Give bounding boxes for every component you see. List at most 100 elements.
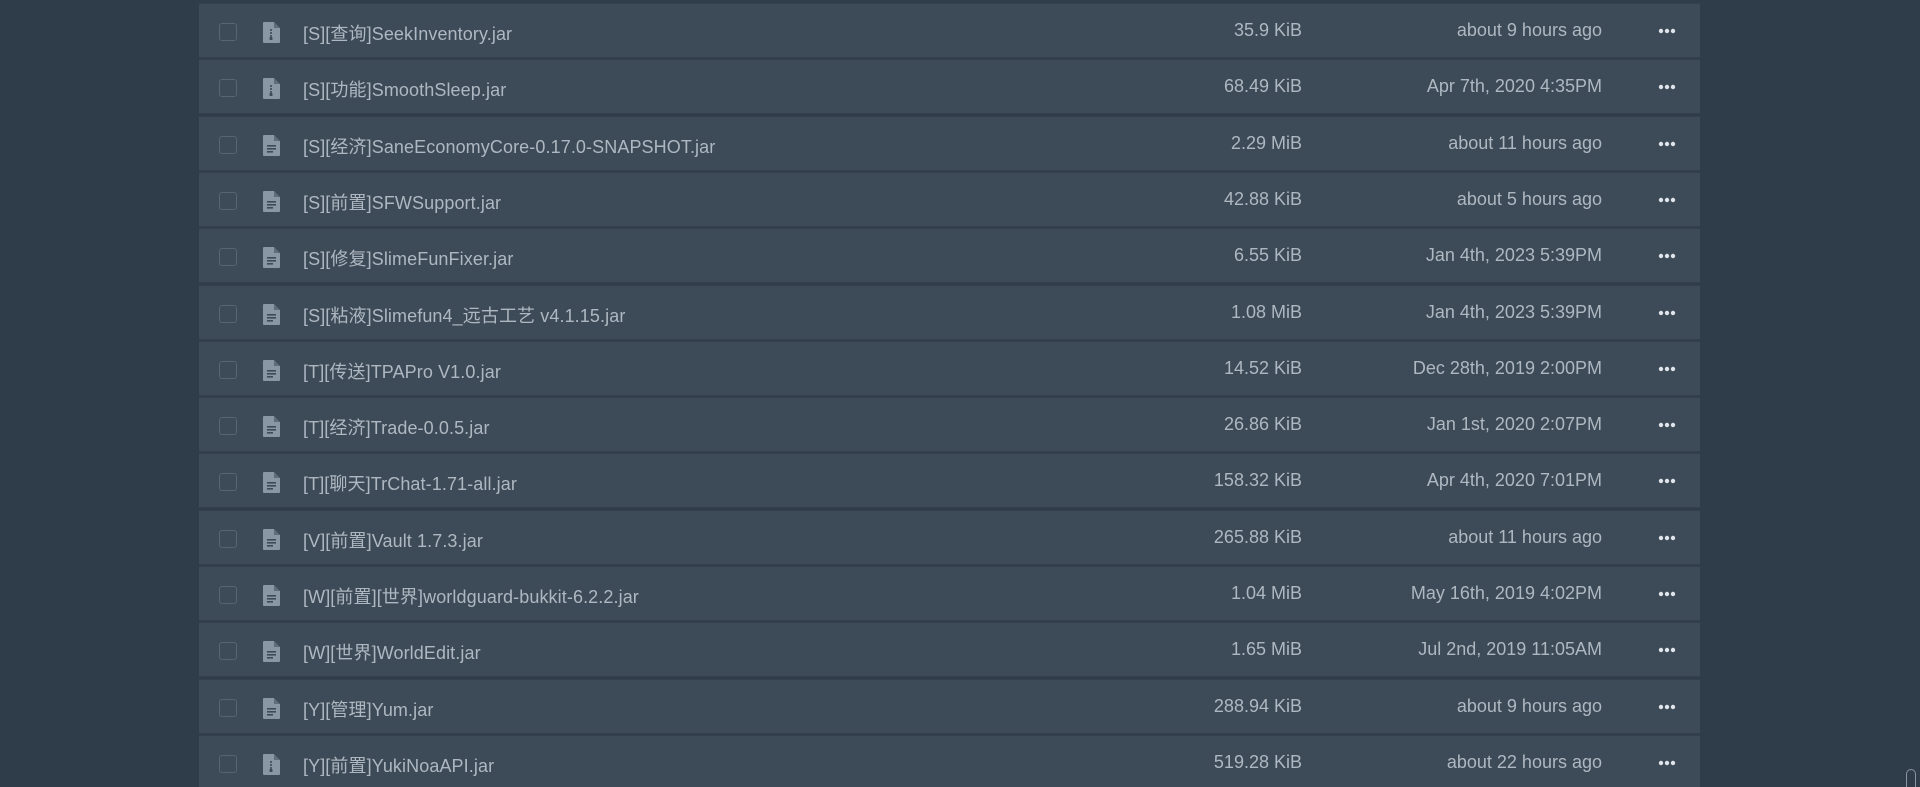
file-size: 6.55 KiB [1233, 245, 1302, 266]
file-size: 265.88 KiB [1213, 526, 1302, 547]
file-name[interactable]: [Y][前置]YukiNoaAPI.jar [303, 752, 494, 778]
file-name[interactable]: [W][世界]WorldEdit.jar [303, 639, 481, 665]
more-options-icon[interactable] [1656, 583, 1678, 605]
more-options-icon[interactable] [1656, 76, 1678, 98]
file-text-icon [263, 697, 280, 719]
file-name[interactable]: [T][经济]Trade-0.0.5.jar [303, 414, 490, 440]
file-modified-date: about 11 hours ago [1448, 526, 1602, 547]
file-modified-date: Jan 4th, 2023 5:39PM [1425, 245, 1602, 266]
file-text-icon [263, 641, 280, 663]
row-select-checkbox[interactable] [219, 473, 237, 492]
file-size: 2.29 MiB [1230, 132, 1302, 153]
row-select-checkbox[interactable] [219, 23, 237, 41]
file-text-icon [263, 359, 280, 381]
file-modified-date: Dec 28th, 2019 2:00PM [1412, 357, 1602, 378]
more-options-icon[interactable] [1656, 414, 1678, 436]
more-options-icon[interactable] [1656, 639, 1678, 661]
scroll-handle[interactable] [1906, 769, 1916, 787]
file-size: 42.88 KiB [1223, 188, 1302, 209]
more-options-icon[interactable] [1656, 470, 1678, 492]
file-size: 35.9 KiB [1233, 20, 1302, 40]
file-row[interactable]: [T][经济]Trade-0.0.5.jar 26.86 KiB Jan 1st, … [199, 397, 1700, 453]
more-options-icon[interactable] [1656, 696, 1678, 718]
file-code-icon [263, 22, 280, 43]
file-row[interactable]: [T][传送]TPAPro V1.0.jar 14.52 KiB Dec 28th,… [199, 340, 1700, 396]
file-text-icon [263, 303, 280, 325]
row-select-checkbox[interactable] [219, 135, 237, 154]
file-size: 14.52 KiB [1223, 357, 1302, 378]
file-row[interactable]: [S][前置]SFWSupport.jar 42.88 KiB about 5 ho… [199, 171, 1700, 227]
file-row[interactable]: [S][功能]SmoothSleep.jar 68.49 KiB Apr 7th, … [199, 59, 1700, 115]
file-name[interactable]: [Y][管理]Yum.jar [303, 696, 433, 722]
file-size: 519.28 KiB [1213, 751, 1302, 772]
file-modified-date: Apr 4th, 2020 7:01PM [1426, 470, 1602, 491]
file-name[interactable]: [T][聊天]TrChat-1.71-all.jar [303, 470, 517, 496]
file-size: 26.86 KiB [1223, 414, 1302, 435]
file-name[interactable]: [S][经济]SaneEconomyCore-0.17.0-SNAPSHOT.j… [303, 133, 715, 159]
row-select-checkbox[interactable] [219, 79, 237, 98]
file-modified-date: about 5 hours ago [1456, 188, 1602, 209]
file-name[interactable]: [S][查询]SeekInventory.jar [303, 20, 512, 46]
row-select-checkbox[interactable] [219, 586, 237, 604]
row-select-checkbox[interactable] [219, 417, 237, 436]
file-row[interactable]: [W][前置][世界]worldguard-bukkit-6.2.2.jar 1.… [199, 566, 1700, 621]
file-row[interactable]: [Y][前置]YukiNoaAPI.jar 519.28 KiB about 22 … [199, 734, 1700, 787]
row-select-checkbox[interactable] [219, 360, 237, 379]
file-modified-date: May 16th, 2019 4:02PM [1410, 583, 1602, 603]
file-row[interactable]: [S][修复]SlimeFunFixer.jar 6.55 KiB Jan 4th,… [199, 228, 1700, 284]
file-code-icon [263, 78, 280, 100]
file-list: [S][查询]SeekInventory.jar 35.9 KiB about 9 … [199, 0, 1700, 787]
more-options-icon[interactable] [1656, 245, 1678, 267]
file-name[interactable]: [S][粘液]Slimefun4_远古工艺 v4.1.15.jar [303, 302, 625, 328]
file-code-icon [263, 753, 280, 775]
file-modified-date: Apr 7th, 2020 4:35PM [1426, 76, 1602, 97]
file-row[interactable]: [S][查询]SeekInventory.jar 35.9 KiB about 9 … [199, 3, 1700, 58]
row-select-checkbox[interactable] [219, 191, 237, 210]
file-modified-date: Jan 1st, 2020 2:07PM [1426, 414, 1602, 435]
row-select-checkbox[interactable] [219, 698, 237, 717]
file-text-icon [263, 528, 280, 550]
row-select-checkbox[interactable] [219, 248, 237, 267]
file-text-icon [263, 416, 280, 438]
file-name[interactable]: [W][前置][世界]worldguard-bukkit-6.2.2.jar [303, 583, 639, 609]
file-size: 288.94 KiB [1213, 695, 1302, 716]
file-row[interactable]: [W][世界]WorldEdit.jar 1.65 MiB Jul 2nd, 201… [199, 622, 1700, 678]
row-select-checkbox[interactable] [219, 754, 237, 773]
file-size: 158.32 KiB [1213, 470, 1302, 491]
file-text-icon [263, 585, 280, 606]
file-row[interactable]: [Y][管理]Yum.jar 288.94 KiB about 9 hours ag… [199, 678, 1700, 734]
file-name[interactable]: [S][功能]SmoothSleep.jar [303, 76, 506, 102]
file-text-icon [263, 472, 280, 494]
file-modified-date: about 22 hours ago [1446, 751, 1602, 772]
more-options-icon[interactable] [1656, 527, 1678, 549]
file-modified-date: about 9 hours ago [1456, 695, 1602, 716]
file-text-icon [263, 134, 280, 156]
file-modified-date: about 9 hours ago [1456, 20, 1602, 40]
more-options-icon[interactable] [1656, 20, 1678, 42]
file-size: 1.65 MiB [1230, 639, 1302, 660]
more-options-icon[interactable] [1656, 133, 1678, 155]
file-modified-date: about 11 hours ago [1448, 132, 1602, 153]
file-row[interactable]: [V][前置]Vault 1.7.3.jar 265.88 KiB about 11… [199, 509, 1700, 565]
row-select-checkbox[interactable] [219, 529, 237, 548]
file-modified-date: Jul 2nd, 2019 11:05AM [1418, 639, 1602, 660]
file-name[interactable]: [S][前置]SFWSupport.jar [303, 189, 501, 215]
file-name[interactable]: [T][传送]TPAPro V1.0.jar [303, 358, 501, 384]
file-row[interactable]: [S][粘液]Slimefun4_远古工艺 v4.1.15.jar 1.08 Mi… [199, 284, 1700, 340]
row-select-checkbox[interactable] [219, 304, 237, 323]
file-text-icon [263, 247, 280, 269]
more-options-icon[interactable] [1656, 358, 1678, 380]
file-modified-date: Jan 4th, 2023 5:39PM [1425, 301, 1602, 322]
file-name[interactable]: [V][前置]Vault 1.7.3.jar [303, 527, 483, 553]
file-row[interactable]: [T][聊天]TrChat-1.71-all.jar 158.32 KiB Apr … [199, 453, 1700, 509]
row-select-checkbox[interactable] [219, 642, 237, 661]
file-size: 1.04 MiB [1230, 583, 1302, 603]
more-options-icon[interactable] [1656, 189, 1678, 211]
file-size: 1.08 MiB [1230, 301, 1302, 322]
file-text-icon [263, 190, 280, 212]
file-name[interactable]: [S][修复]SlimeFunFixer.jar [303, 245, 513, 271]
file-row[interactable]: [S][经济]SaneEconomyCore-0.17.0-SNAPSHOT.j… [199, 115, 1700, 171]
file-size: 68.49 KiB [1223, 76, 1302, 97]
more-options-icon[interactable] [1656, 752, 1678, 774]
more-options-icon[interactable] [1656, 302, 1678, 324]
